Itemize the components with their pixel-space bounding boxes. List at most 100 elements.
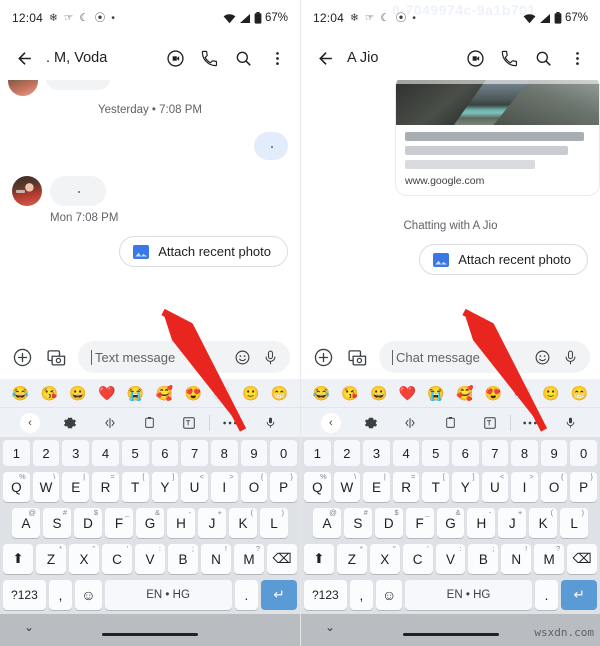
key[interactable]: ] Y: [151, 472, 179, 502]
period-key[interactable]: .: [234, 580, 259, 610]
key[interactable]: > I: [210, 472, 238, 502]
phone-icon[interactable]: [198, 47, 220, 69]
key[interactable]: ) L: [560, 508, 589, 538]
key[interactable]: -H: [467, 508, 496, 538]
comma-key[interactable]: ,: [48, 580, 73, 610]
more-icon[interactable]: [210, 420, 250, 426]
key[interactable]: {O: [540, 472, 568, 502]
key[interactable]: # S: [43, 508, 71, 538]
emoji-item[interactable]: 🥰: [456, 386, 473, 400]
clipboard-icon[interactable]: [430, 415, 470, 430]
attach-recent-photo-chip[interactable]: Attach recent photo: [419, 244, 588, 275]
emoji-key[interactable]: ☺: [376, 580, 403, 610]
key[interactable]: ! N: [201, 544, 231, 574]
period-key[interactable]: .: [534, 580, 559, 610]
translate-icon[interactable]: [169, 416, 209, 430]
key[interactable]: 1: [304, 440, 331, 466]
key[interactable]: \ W: [333, 472, 361, 502]
home-indicator[interactable]: [402, 632, 499, 636]
key[interactable]: 6: [452, 440, 479, 466]
key[interactable]: ; B: [168, 544, 198, 574]
emoji-item[interactable]: 😘: [40, 386, 57, 400]
translate-icon[interactable]: [470, 416, 510, 430]
back-arrow-icon[interactable]: [311, 44, 339, 72]
key[interactable]: 7: [181, 440, 208, 466]
emoji-item[interactable]: 😂: [12, 386, 29, 400]
key[interactable]: :V: [135, 544, 165, 574]
mic-icon[interactable]: [260, 347, 280, 367]
emoji-item[interactable]: 😀: [370, 386, 387, 400]
key[interactable]: | E: [62, 472, 90, 502]
video-call-icon[interactable]: [164, 47, 186, 69]
message-bubble[interactable]: [50, 176, 106, 206]
more-icon[interactable]: [511, 420, 551, 426]
search-icon[interactable]: [232, 47, 254, 69]
gallery-camera-icon[interactable]: [345, 345, 369, 369]
key[interactable]: (K: [229, 508, 257, 538]
message-input[interactable]: Text message: [78, 341, 290, 373]
chevron-left-icon[interactable]: ‹: [311, 412, 351, 433]
key[interactable]: 3: [62, 440, 90, 466]
key[interactable]: & G: [436, 508, 465, 538]
key[interactable]: ] Y: [452, 472, 479, 502]
emoji-icon[interactable]: [232, 347, 252, 367]
emoji-item[interactable]: 👀: [213, 386, 230, 400]
gallery-camera-icon[interactable]: [44, 345, 68, 369]
plus-circle-icon[interactable]: [311, 345, 335, 369]
key[interactable]: @ A: [12, 508, 40, 538]
key[interactable]: 2: [32, 440, 60, 466]
key[interactable]: " X: [69, 544, 99, 574]
key[interactable]: * Z: [36, 544, 66, 574]
emoji-item[interactable]: 😘: [341, 386, 358, 400]
key[interactable]: $ D: [74, 508, 102, 538]
key[interactable]: + J: [198, 508, 226, 538]
emoji-icon[interactable]: [532, 347, 552, 367]
key[interactable]: -H: [167, 508, 195, 538]
overflow-menu-icon[interactable]: [566, 47, 588, 69]
key[interactable]: (K: [529, 508, 558, 538]
key[interactable]: $ D: [374, 508, 403, 538]
key[interactable]: } P: [570, 472, 597, 502]
back-arrow-icon[interactable]: [10, 44, 38, 72]
key[interactable]: 3: [363, 440, 390, 466]
emoji-item[interactable]: ❤️: [98, 386, 115, 400]
key[interactable]: ? M: [534, 544, 565, 574]
key[interactable]: @ A: [313, 508, 341, 538]
key[interactable]: ' C: [402, 544, 433, 574]
key[interactable]: ' C: [102, 544, 132, 574]
key[interactable]: 2: [333, 440, 361, 466]
mic-icon[interactable]: [550, 415, 590, 430]
emoji-item[interactable]: 🙂: [242, 386, 259, 400]
key[interactable]: 4: [92, 440, 119, 466]
home-indicator[interactable]: [102, 632, 198, 636]
key[interactable]: & G: [136, 508, 164, 538]
symbols-key[interactable]: ?123: [3, 580, 46, 610]
emoji-item[interactable]: 🥰: [156, 386, 173, 400]
shift-key[interactable]: ⬆: [304, 544, 334, 574]
backspace-key[interactable]: ⌫: [267, 544, 297, 574]
key[interactable]: 1: [2, 440, 30, 466]
key[interactable]: _ F: [405, 508, 434, 538]
overflow-menu-icon[interactable]: [266, 47, 288, 69]
key[interactable]: 8: [210, 440, 238, 466]
emoji-item[interactable]: 😍: [485, 386, 502, 400]
key[interactable]: > I: [511, 472, 538, 502]
clipboard-icon[interactable]: [130, 415, 170, 430]
key[interactable]: 5: [121, 440, 149, 466]
space-key[interactable]: EN • HG: [405, 580, 532, 610]
key[interactable]: % Q: [2, 472, 30, 502]
emoji-item[interactable]: 😁: [271, 386, 288, 400]
key[interactable]: = R: [392, 472, 420, 502]
key[interactable]: + J: [498, 508, 527, 538]
enter-key[interactable]: ↵: [261, 580, 297, 610]
message-bubble[interactable]: [254, 132, 288, 160]
backspace-key[interactable]: ⌫: [567, 544, 598, 574]
emoji-item[interactable]: 😁: [571, 386, 588, 400]
key[interactable]: _ F: [105, 508, 133, 538]
key[interactable]: ; B: [468, 544, 499, 574]
key[interactable]: 9: [540, 440, 568, 466]
key[interactable]: % Q: [304, 472, 331, 502]
emoji-key[interactable]: ☺: [75, 580, 102, 610]
key[interactable]: * Z: [336, 544, 367, 574]
key[interactable]: {O: [240, 472, 268, 502]
